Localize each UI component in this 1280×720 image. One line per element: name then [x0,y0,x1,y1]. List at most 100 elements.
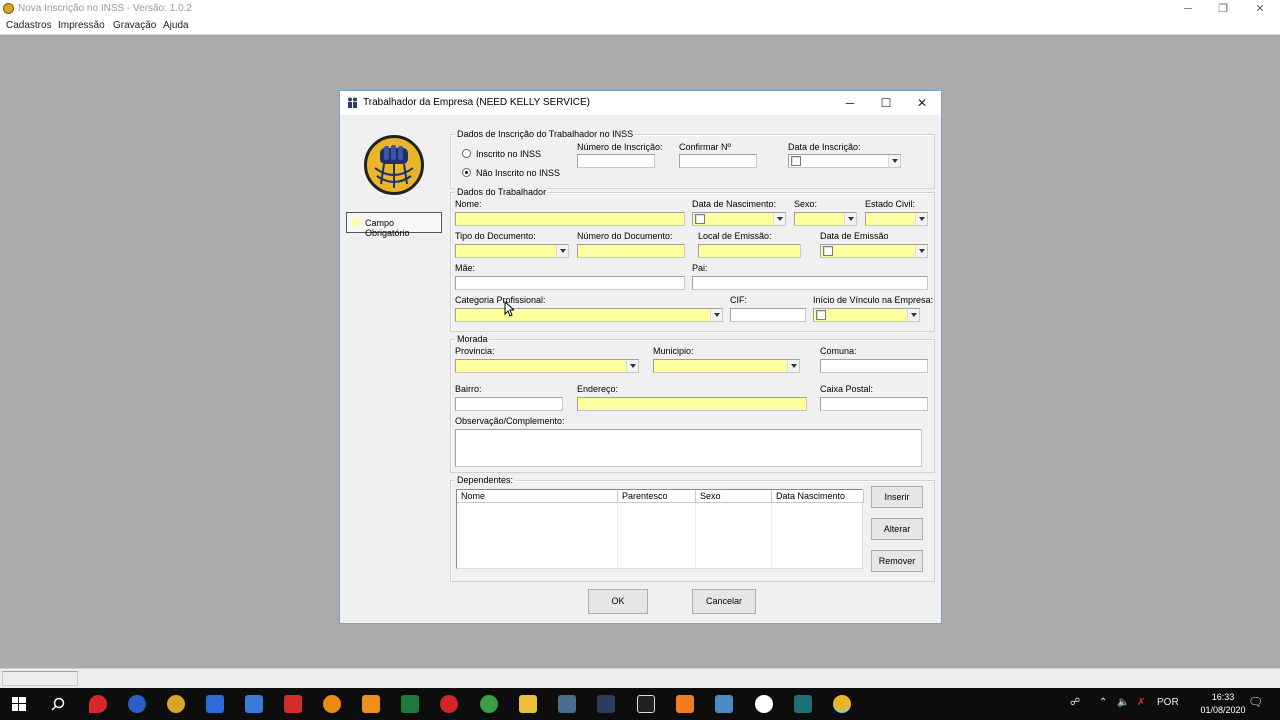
dialog-title-bar: Trabalhador da Empresa (NEED KELLY SERVI… [340,91,941,115]
chevron-down-icon[interactable] [626,360,638,372]
network-icon[interactable]: ✗ [1137,697,1145,708]
remover-button[interactable]: Remover [871,550,923,572]
system-clock[interactable]: 16:33 01/08/2020 [1200,691,1246,717]
menu-impressao[interactable]: Impressão [58,20,105,31]
pai-label: Pai: [692,263,708,273]
comuna-input[interactable] [820,359,928,373]
sexo-select[interactable] [794,212,857,226]
nome-input[interactable] [455,212,685,226]
clock-time: 16:33 [1211,692,1235,702]
terminal-icon[interactable] [794,695,812,713]
radio-nao-inscrito[interactable] [462,168,471,177]
dialog-maximize-icon[interactable]: ☐ [877,94,895,112]
bairro-input[interactable] [455,397,563,411]
excel-icon[interactable] [401,695,419,713]
chevron-down-icon[interactable] [888,155,900,167]
video-editor-icon[interactable] [637,695,655,713]
inicio-vinculo-label: Início de Vínculo na Empresa: [813,295,934,305]
local-emissao-input[interactable] [698,244,801,258]
chevron-down-icon[interactable] [915,245,927,257]
categoria-profissional-select[interactable] [455,308,723,322]
chevron-down-icon[interactable] [787,360,799,372]
git-icon[interactable] [284,695,302,713]
windows-start-icon[interactable] [12,697,26,711]
status-bar [0,668,1280,688]
data-emissao-checkbox[interactable] [823,246,833,256]
list-column-divider [618,503,696,568]
provincia-label: Provincia: [455,346,495,356]
status-panel [2,671,78,686]
radio-inscrito[interactable] [462,149,471,158]
estado-civil-select[interactable] [865,212,928,226]
municipio-select[interactable] [653,359,800,373]
endereco-input[interactable] [577,397,807,411]
column-parentesco[interactable]: Parentesco [618,490,696,503]
menu-cadastros[interactable]: Cadastros [6,20,52,31]
numero-documento-input[interactable] [577,244,685,258]
store-icon[interactable] [245,695,263,713]
inicio-vinculo-checkbox[interactable] [816,310,826,320]
data-inscricao-label: Data de Inscrição: [788,142,861,152]
caixa-postal-input[interactable] [820,397,928,411]
tools-icon[interactable] [558,695,576,713]
column-nome[interactable]: Nome [457,490,618,503]
menu-gravacao[interactable]: Gravação [113,20,156,31]
restore-icon[interactable]: ❐ [1205,0,1241,18]
provincia-select[interactable] [455,359,639,373]
required-legend-label: Campo Obrigatório [365,218,410,238]
data-nascimento-checkbox[interactable] [695,214,705,224]
vlc-icon[interactable] [676,695,694,713]
chevron-down-icon[interactable] [844,213,856,225]
data-inscricao-checkbox[interactable] [791,156,801,166]
dialog-close-icon[interactable]: ✕ [913,94,931,112]
dependentes-list[interactable]: Nome Parentesco Sexo Data Nascimento [456,489,864,569]
language-indicator[interactable]: POR [1157,697,1179,708]
record-icon[interactable] [755,695,773,713]
chevron-down-icon[interactable] [710,309,722,321]
mae-input[interactable] [455,276,685,290]
font-app-icon[interactable] [597,695,615,713]
media-icon[interactable] [323,695,341,713]
numero-inscricao-input[interactable] [577,154,655,168]
player-icon[interactable] [362,695,380,713]
editor-icon[interactable] [206,695,224,713]
inicio-vinculo-picker[interactable] [813,308,920,322]
cif-input[interactable] [730,308,806,322]
menu-ajuda[interactable]: Ajuda [163,20,189,31]
chrome-icon[interactable] [480,695,498,713]
data-inscricao-picker[interactable] [788,154,901,168]
confirmar-numero-input[interactable] [679,154,757,168]
alterar-button[interactable]: Alterar [871,518,923,540]
inss-app-icon[interactable] [833,695,851,713]
close-icon[interactable]: ✕ [1242,0,1278,18]
app-sync-icon[interactable] [128,695,146,713]
tipo-documento-select[interactable] [455,244,569,258]
notifications-icon[interactable]: 🗨 [1248,695,1263,709]
chevron-down-icon[interactable] [915,213,927,225]
notes-icon[interactable] [715,695,733,713]
column-sexo[interactable]: Sexo [696,490,772,503]
chevron-down-icon[interactable] [773,213,785,225]
chevron-up-icon[interactable]: ⌃ [1099,697,1107,708]
maps-pin-icon[interactable] [89,695,107,713]
pai-input[interactable] [692,276,928,290]
file-explorer-icon[interactable] [519,695,537,713]
minimize-icon[interactable]: ─ [1170,0,1206,18]
chevron-down-icon[interactable] [907,309,919,321]
volume-icon[interactable]: 🔈 [1117,697,1129,708]
dialog-minimize-icon[interactable]: ─ [841,94,859,112]
opera-icon[interactable] [440,695,458,713]
ok-button[interactable]: OK [588,589,648,614]
search-icon[interactable] [51,697,65,711]
people-tray-icon[interactable]: ☍ [1070,697,1080,708]
taskbar: ☍ ⌃ 🔈 ✗ POR 16:33 01/08/2020 🗨 [0,688,1280,720]
inserir-button[interactable]: Inserir [871,486,923,508]
cancelar-button[interactable]: Cancelar [692,589,756,614]
sexo-label: Sexo: [794,199,818,209]
lightbulb-icon[interactable] [167,695,185,713]
chevron-down-icon[interactable] [556,245,568,257]
observacao-textarea[interactable] [455,429,922,467]
data-nascimento-picker[interactable] [692,212,786,226]
column-data-nascimento[interactable]: Data Nascimento [772,490,864,503]
data-emissao-picker[interactable] [820,244,928,258]
